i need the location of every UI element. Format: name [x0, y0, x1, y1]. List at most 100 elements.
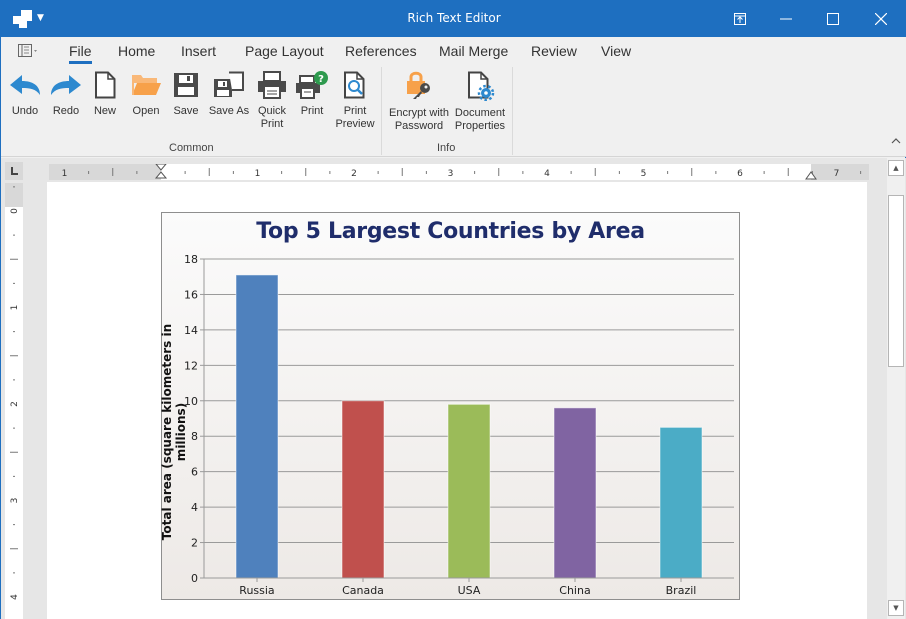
- bar-canada: [341, 400, 385, 579]
- close-button[interactable]: [858, 1, 904, 37]
- y-tick-label: 2: [191, 537, 198, 550]
- tab-view[interactable]: View: [601, 43, 631, 59]
- app-window: ▼ Rich Text Editor File Home Insert Page…: [0, 0, 906, 619]
- group-label-info: Info: [437, 142, 456, 154]
- arrow-up-icon: ▲: [893, 164, 899, 172]
- document-properties-icon: [468, 71, 495, 101]
- group-label-common: Common: [169, 142, 214, 154]
- close-icon: [875, 13, 887, 25]
- tab-review[interactable]: Review: [531, 43, 577, 59]
- ruler-ticks: 1 1 2 3 4 5 6 7: [62, 164, 862, 180]
- tab-stop-selector[interactable]: [5, 162, 23, 180]
- minimize-button[interactable]: [763, 1, 809, 37]
- y-tick-label: 6: [191, 466, 198, 479]
- scroll-thumb[interactable]: [888, 195, 904, 367]
- ruler-label: 2: [10, 401, 20, 407]
- bar-russia: [235, 274, 279, 579]
- left-tab-icon: [11, 167, 18, 175]
- y-tick-label: 0: [191, 572, 198, 585]
- quick-print-button[interactable]: Quick Print: [255, 71, 289, 131]
- save-as-icon: [214, 71, 244, 97]
- encrypt-label-1: Encrypt with: [389, 107, 449, 119]
- save-as-button[interactable]: Save As: [207, 71, 251, 118]
- print-preview-label-1: Print: [343, 105, 367, 117]
- tab-page-layout[interactable]: Page Layout: [245, 43, 324, 59]
- horizontal-ruler[interactable]: 1 1 2 3 4 5 6 7: [49, 164, 869, 180]
- tab-home[interactable]: Home: [118, 43, 155, 59]
- ruler-label: 5: [641, 169, 647, 179]
- vertical-scrollbar[interactable]: ▲ ▼: [887, 158, 905, 619]
- first-line-indent-marker[interactable]: [155, 164, 167, 171]
- open-button[interactable]: Open: [129, 71, 163, 118]
- print-preview-label-2: Preview: [335, 118, 375, 130]
- ribbon: File Home Insert Page Layout References …: [1, 37, 906, 157]
- tab-insert[interactable]: Insert: [181, 43, 216, 59]
- ruler-label: 3: [448, 169, 454, 179]
- encrypt-password-button[interactable]: Encrypt with Password: [387, 71, 451, 133]
- y-tick-label: 4: [191, 501, 198, 514]
- bar-china: [553, 407, 597, 579]
- tab-mail-merge[interactable]: Mail Merge: [439, 43, 508, 59]
- minimize-icon: [780, 18, 792, 20]
- redo-button[interactable]: Redo: [47, 71, 85, 118]
- scroll-up-button[interactable]: ▲: [888, 160, 904, 176]
- redo-label: Redo: [52, 105, 80, 117]
- ruler-label: 6: [737, 169, 743, 179]
- save-label: Save: [173, 105, 199, 117]
- ribbon-display-button[interactable]: [717, 1, 763, 37]
- lock-key-icon: [407, 71, 430, 99]
- title-bar: ▼ Rich Text Editor: [1, 1, 906, 37]
- vertical-ruler[interactable]: 0 1 2 3 4: [5, 183, 23, 619]
- ruler-label: 7: [834, 169, 840, 179]
- encrypt-label-2: Password: [394, 120, 444, 132]
- undo-label: Undo: [11, 105, 39, 117]
- ruler-label: 1: [255, 169, 261, 179]
- new-button[interactable]: New: [90, 71, 120, 118]
- ribbon-menu-icon[interactable]: [17, 43, 41, 59]
- y-tick-label: 18: [184, 253, 198, 266]
- right-indent-marker[interactable]: [805, 171, 817, 180]
- ruler-label: 4: [544, 169, 550, 179]
- undo-button[interactable]: Undo: [7, 71, 43, 118]
- print-preview-icon: [344, 71, 365, 99]
- x-tick-label: Canada: [342, 584, 384, 597]
- arrow-down-icon: ▼: [893, 604, 899, 612]
- ruler-label: 3: [10, 498, 20, 504]
- chart-object[interactable]: Top 5 Largest Countries by Area Total ar…: [160, 212, 740, 600]
- print-preview-button[interactable]: Print Preview: [335, 71, 375, 131]
- svg-text:?: ?: [318, 74, 324, 85]
- tab-file[interactable]: File: [69, 43, 92, 64]
- save-button[interactable]: Save: [171, 71, 201, 118]
- maximize-icon: [827, 13, 839, 25]
- x-tick-label: Russia: [239, 584, 274, 597]
- collapse-ribbon-icon[interactable]: [891, 137, 901, 145]
- undo-icon: [10, 75, 40, 95]
- quick-print-label-1: Quick: [257, 105, 287, 117]
- save-as-label: Save As: [208, 105, 250, 117]
- ruler-label: 2: [351, 169, 357, 179]
- ruler-label: 0: [10, 208, 20, 214]
- new-label: New: [93, 105, 116, 117]
- x-tick-label: China: [559, 584, 590, 597]
- quick-print-label-2: Print: [260, 118, 284, 130]
- scroll-down-button[interactable]: ▼: [888, 600, 904, 616]
- print-label: Print: [300, 105, 324, 117]
- print-icon: ?: [296, 71, 328, 99]
- ribbon-display-icon: [734, 13, 746, 25]
- y-tick-label: 12: [184, 359, 198, 372]
- print-button[interactable]: ? Print: [295, 71, 329, 118]
- x-tick-label: USA: [458, 584, 481, 597]
- open-folder-icon: [132, 75, 161, 95]
- y-tick-label: 14: [184, 324, 198, 337]
- ruler-label: 4: [10, 594, 20, 600]
- group-separator: [512, 67, 513, 155]
- y-tick-label: 10: [184, 395, 198, 408]
- redo-icon: [51, 75, 81, 95]
- tab-references[interactable]: References: [345, 43, 417, 59]
- hanging-indent-marker[interactable]: [154, 171, 168, 179]
- bar-brazil: [659, 426, 703, 579]
- group-separator: [381, 67, 382, 155]
- y-tick-label: 16: [184, 288, 198, 301]
- document-properties-button[interactable]: Document Properties: [453, 71, 507, 133]
- maximize-button[interactable]: [810, 1, 856, 37]
